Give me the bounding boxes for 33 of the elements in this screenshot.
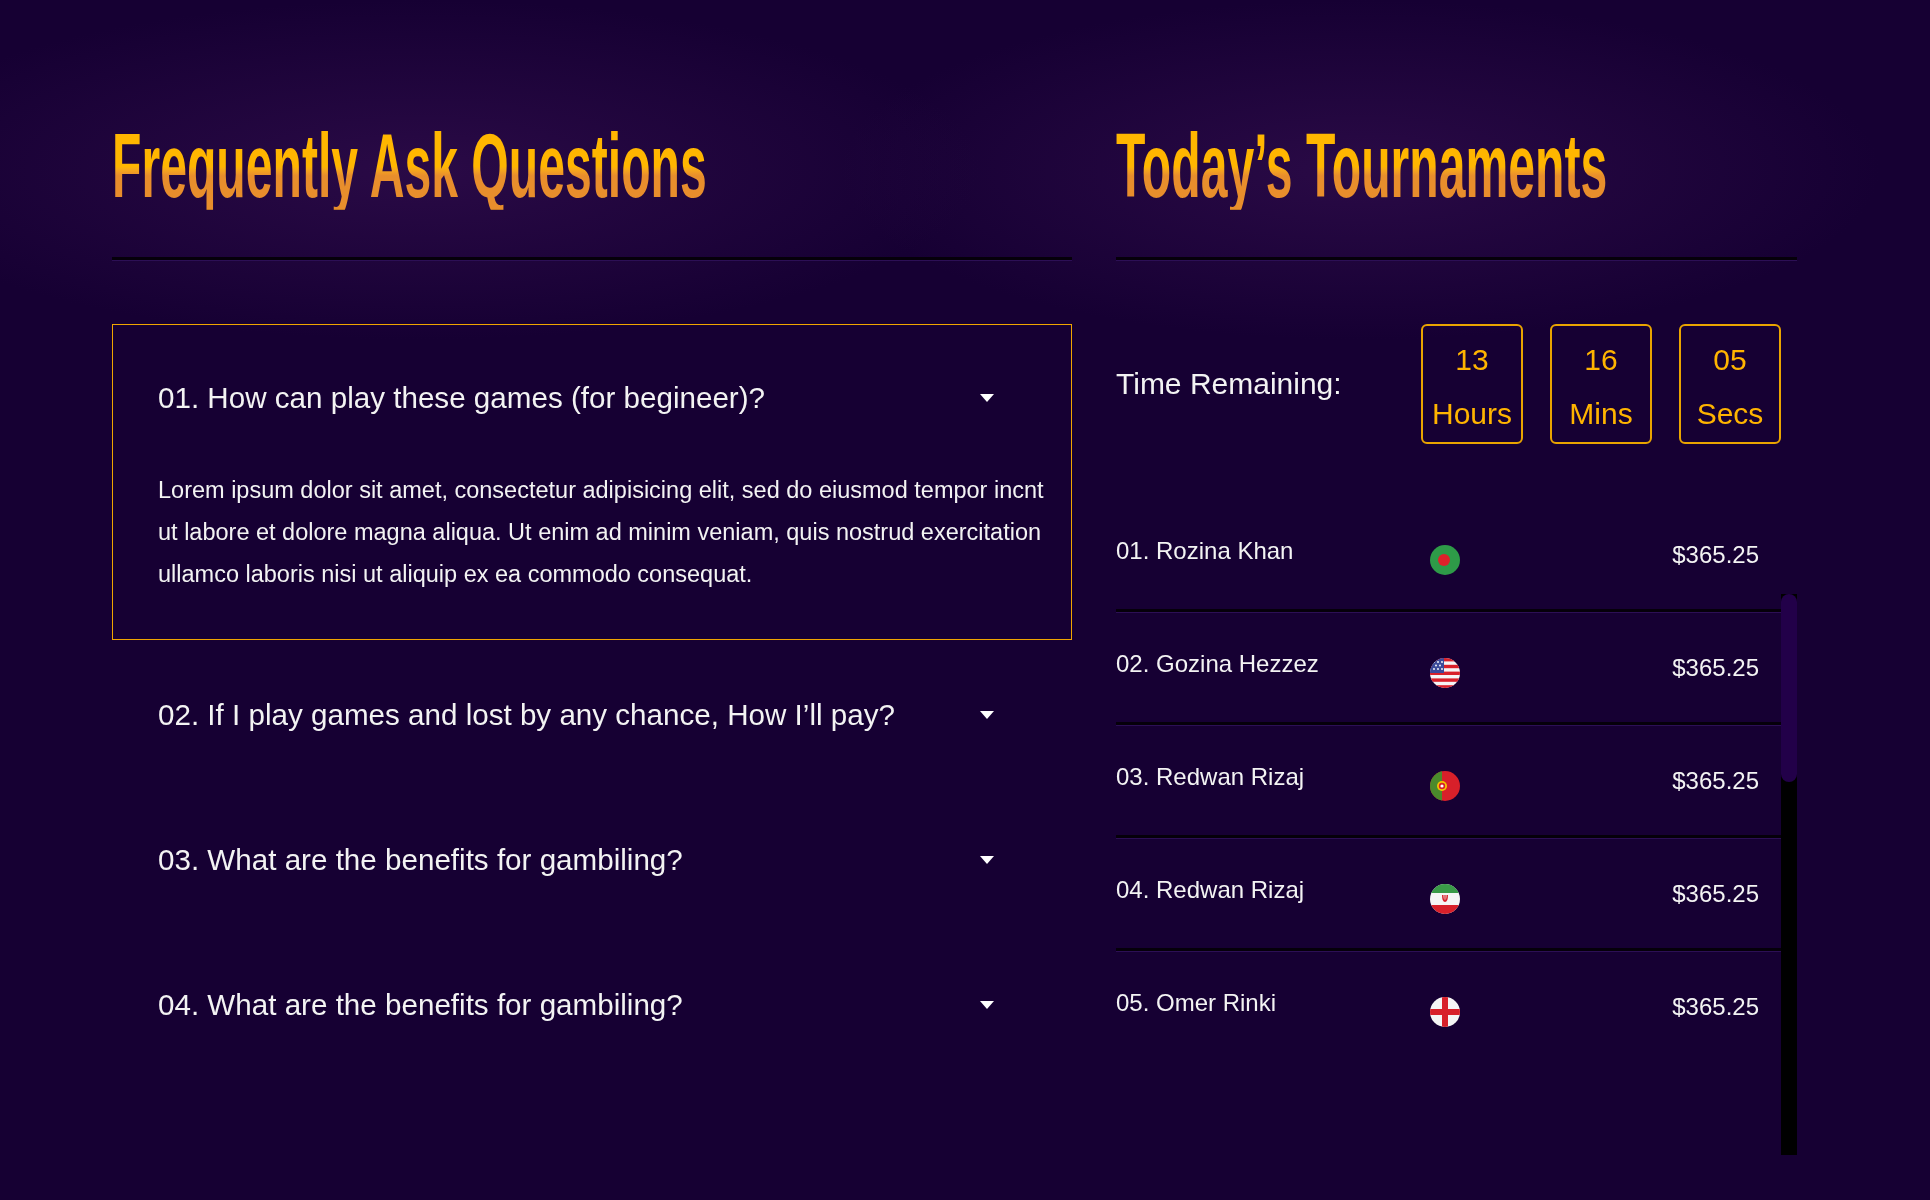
caret-down-icon [980, 1001, 994, 1009]
scrollbar-thumb[interactable] [1781, 594, 1797, 782]
player-name: 01. Rozina Khan [1116, 536, 1295, 566]
us-flag-icon [1430, 658, 1460, 688]
prize-amount: $365.25 [1672, 540, 1759, 570]
bangladesh-flag-icon [1430, 545, 1460, 575]
countdown-unit: Secs [1696, 396, 1764, 432]
caret-down-icon [980, 856, 994, 864]
time-remaining-label: Time Remaining: [1116, 366, 1342, 402]
faq-item[interactable]: 04. What are the benefits for gambiling? [112, 930, 1072, 1075]
countdown-unit: Hours [1432, 396, 1512, 432]
scrollbar[interactable] [1781, 594, 1797, 1155]
iran-flag-icon [1430, 884, 1460, 914]
player-name: 03. Redwan Rizaj [1116, 762, 1306, 792]
caret-down-icon [980, 394, 994, 402]
prize-amount: $365.25 [1672, 879, 1759, 909]
prize-amount: $365.25 [1672, 992, 1759, 1022]
player-name: 04. Redwan Rizaj [1116, 875, 1306, 905]
portugal-flag-icon [1430, 771, 1460, 801]
prize-amount: $365.25 [1672, 653, 1759, 683]
player-name: 05. Omer Rinki [1116, 988, 1278, 1018]
faq-item[interactable]: 01. How can play these games (for begineer)? Lorem ipsum dolor sit amet, consectetur adipisicing elit, sed do eiusmod tempor incnt ut labore et dolore magna aliqua. Ut enim ad minim veniam, quis nostrud exercitation ullamco laboris nisi ut aliquip ex ea commodo consequat. [112, 324, 1072, 640]
faq-item[interactable]: 03. What are the benefits for gambiling? [112, 785, 1072, 930]
faq-answer: Lorem ipsum dolor sit amet, consectetur adipisicing elit, sed do eiusmod tempor incnt ut labore et dolore magna aliqua. Ut enim ad minim veniam, quis nostrud exercitation ullamco laboris nisi ut aliquip ex ea commodo consequat. [158, 476, 1045, 589]
countdown-value: 05 [1713, 342, 1747, 378]
prize-amount: $365.25 [1672, 766, 1759, 796]
caret-down-icon [980, 711, 994, 719]
player-name: 02. Gozina Hezzez [1116, 649, 1320, 679]
faq-item[interactable]: 02. If I play games and lost by any chance, How I’ll pay? [112, 640, 1072, 785]
england-flag-icon [1430, 997, 1460, 1027]
countdown-value: 16 [1584, 342, 1618, 378]
countdown-value: 13 [1455, 342, 1489, 378]
countdown-unit: Mins [1569, 396, 1633, 432]
